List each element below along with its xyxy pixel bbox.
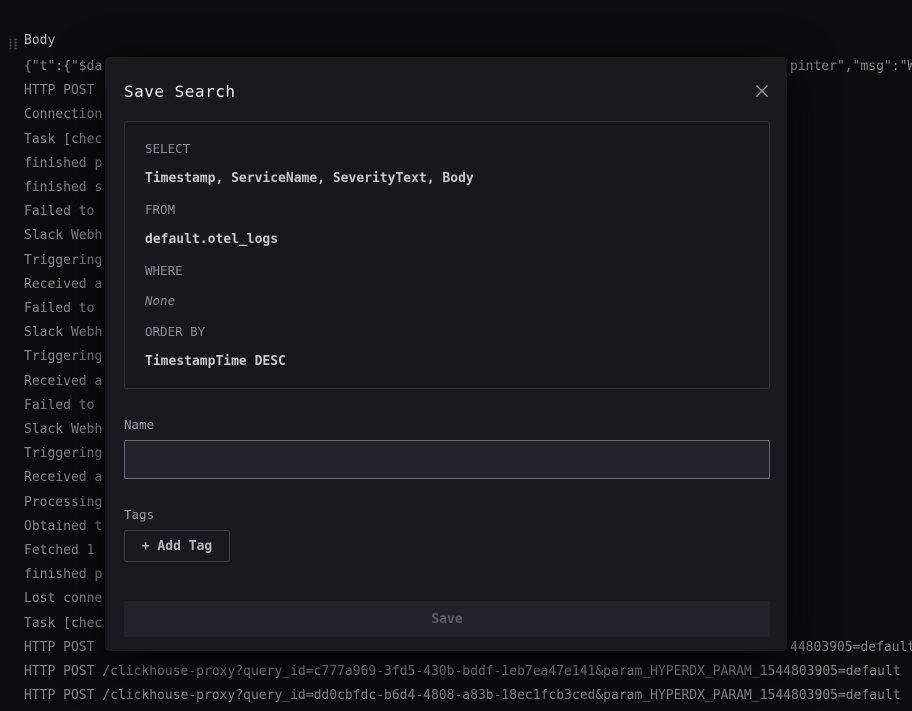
log-row[interactable]: Received a: [24, 470, 102, 485]
log-row[interactable]: Triggering: [24, 446, 102, 461]
log-row[interactable]: finished p: [24, 156, 102, 171]
log-row[interactable]: Slack Webh: [24, 325, 102, 340]
where-label: WHERE: [145, 263, 749, 278]
log-row[interactable]: Triggering: [24, 349, 102, 364]
where-value: None: [145, 293, 749, 308]
tags-label: Tags: [124, 507, 768, 522]
log-row[interactable]: finished p: [24, 567, 102, 582]
log-row[interactable]: HTTP POST /clickhouse-proxy?query_id=dd0…: [24, 688, 901, 703]
body-column-header[interactable]: Body: [24, 33, 55, 48]
name-label: Name: [124, 417, 768, 432]
log-row[interactable]: Slack Webh: [24, 228, 102, 243]
log-row[interactable]: HTTP POST /clickhouse-proxy?query_id=c77…: [24, 664, 901, 679]
select-value: Timestamp, ServiceName, SeverityText, Bo…: [145, 171, 749, 186]
name-input[interactable]: [124, 440, 770, 479]
save-button[interactable]: Save: [124, 601, 770, 637]
log-row[interactable]: Received a: [24, 374, 102, 389]
log-row[interactable]: HTTP POST: [24, 640, 94, 655]
log-row[interactable]: HTTP POST: [24, 83, 94, 98]
log-row[interactable]: Received a: [24, 277, 102, 292]
select-label: SELECT: [145, 141, 749, 156]
order-by-label: ORDER BY: [145, 324, 749, 339]
from-value: default.otel_logs: [145, 232, 749, 247]
log-row[interactable]: Failed to: [24, 301, 94, 316]
log-row[interactable]: Processing: [24, 495, 102, 510]
close-icon[interactable]: [752, 81, 772, 101]
log-row[interactable]: 44803905=default: [790, 640, 912, 655]
add-tag-button[interactable]: + Add Tag: [124, 530, 230, 562]
log-row[interactable]: Task [chec: [24, 132, 102, 147]
save-search-modal: Save Search SELECT Timestamp, ServiceNam…: [105, 57, 787, 651]
app-screen: Body {"t":{"$da HTTP POST Connection Task […: [0, 0, 912, 711]
log-row[interactable]: Failed to: [24, 204, 94, 219]
log-row[interactable]: Fetched 1: [24, 543, 94, 558]
log-row[interactable]: Obtained t: [24, 519, 102, 534]
log-row[interactable]: Connection: [24, 107, 102, 122]
log-row[interactable]: {"t":{"$da: [24, 59, 102, 74]
query-preview: SELECT Timestamp, ServiceName, SeverityT…: [124, 121, 770, 389]
log-row[interactable]: pinter","msg":"W: [790, 59, 912, 74]
log-row[interactable]: Triggering: [24, 253, 102, 268]
drag-handle-icon[interactable]: [8, 35, 18, 47]
log-row[interactable]: Slack Webh: [24, 422, 102, 437]
log-row[interactable]: finished s: [24, 180, 102, 195]
log-row[interactable]: Task [chec: [24, 616, 102, 631]
modal-title: Save Search: [124, 82, 235, 101]
order-by-value: TimestampTime DESC: [145, 354, 749, 369]
log-row[interactable]: Failed to: [24, 398, 94, 413]
log-row[interactable]: Lost conne: [24, 591, 102, 606]
from-label: FROM: [145, 202, 749, 217]
